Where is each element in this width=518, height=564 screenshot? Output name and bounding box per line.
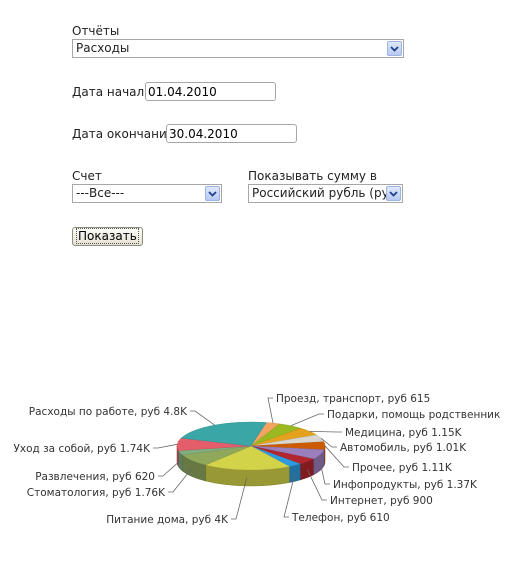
end-date-label: Дата окончания (72, 127, 174, 141)
reports-select[interactable]: Расходы (72, 39, 404, 58)
start-date-label: Дата начала (72, 85, 152, 99)
pie-slice-label: Развлечения, руб 620 (35, 471, 155, 483)
currency-select[interactable]: Российский рубль (руб) (248, 184, 403, 203)
reports-select-value: Расходы (76, 41, 130, 55)
account-select[interactable]: ---Все--- (72, 184, 222, 203)
expenses-pie-chart: Проезд, транспорт, руб 615 Подарки, помощ… (13, 393, 500, 526)
account-label: Счет (72, 169, 102, 183)
pie-slice-label: Расходы по работе, руб 4.8K (29, 406, 188, 418)
pie-slice-label: Подарки, помощь родственник (327, 409, 500, 421)
pie-slice-label: Телефон, руб 610 (291, 512, 390, 524)
start-date-input[interactable] (145, 82, 276, 101)
account-select-value: ---Все--- (76, 186, 125, 200)
pie-leader-line (309, 431, 342, 433)
reports-label: Отчёты (72, 24, 120, 38)
pie-slice-side (289, 463, 301, 483)
pie-leader-line (158, 460, 181, 477)
pie-slice-label: Интернет, руб 900 (330, 495, 433, 507)
chevron-down-icon[interactable] (205, 186, 220, 201)
currency-select-value: Российский рубль (руб) (252, 186, 401, 200)
pie-leader-line (153, 443, 178, 449)
chevron-down-icon[interactable] (387, 41, 402, 56)
pie-slice-label: Автомобиль, руб 1.01K (340, 442, 467, 454)
show-button[interactable]: Показать (72, 227, 143, 246)
pie-slice-label: Медицина, руб 1.15K (345, 427, 463, 439)
end-date-input[interactable] (166, 124, 297, 143)
pie-leader-line (267, 397, 274, 424)
pie-slice-label: Прочее, руб 1.11K (352, 462, 453, 474)
pie-leader-line (290, 413, 324, 427)
pie-slice-label: Уход за собой, руб 1.74K (13, 443, 151, 455)
pie-slice-label: Стоматология, руб 1.76K (27, 487, 166, 499)
chevron-down-icon[interactable] (386, 186, 401, 201)
pie-leader-line (190, 410, 215, 426)
pie-slice-label: Питание дома, руб 4K (106, 514, 229, 526)
pie-slice-label: Инфопродукты, руб 1.37K (333, 479, 478, 491)
currency-label: Показывать сумму в (248, 169, 377, 183)
show-button-label: Показать (76, 228, 139, 244)
pie-slice-label: Проезд, транспорт, руб 615 (276, 393, 430, 405)
